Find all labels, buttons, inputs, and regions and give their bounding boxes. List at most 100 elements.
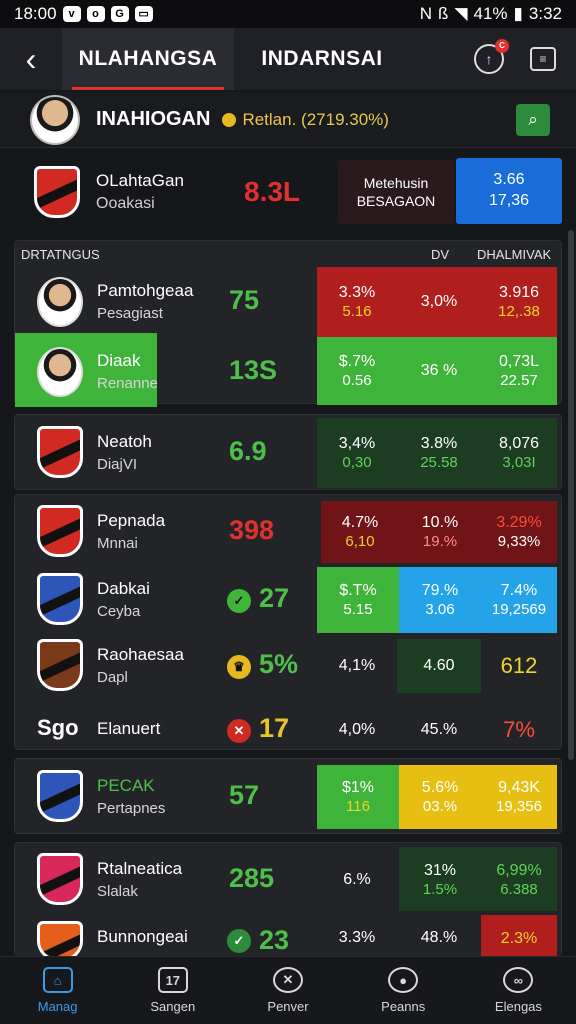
cell-value: 3,0% [420, 293, 458, 310]
cell-value: 7.4% [500, 581, 538, 599]
cell-value: 45.% [420, 721, 458, 738]
nav-compass[interactable]: ✕ Penver [230, 957, 345, 1024]
cell-value: 3,4% [338, 434, 376, 452]
notifications-button[interactable]: ↑ C [474, 39, 509, 74]
odds-cell[interactable]: 2.3% [481, 915, 557, 957]
featured-info-box[interactable]: Metehusin BESAGAON [338, 160, 454, 224]
table-row[interactable]: Bunnongeai ✓ 23 3.3% 48.% 2.3% [15, 913, 561, 961]
cell-value: 8,076 [498, 434, 540, 452]
row-name: Pamtohgeaa [97, 281, 194, 300]
nav-profile[interactable]: ● Peanns [346, 957, 461, 1024]
battery-icon: ▮ [513, 4, 523, 23]
odds-cell[interactable]: 6.% [317, 845, 397, 915]
cell-value: 5.15 [343, 600, 373, 618]
list-icon: ≡ [539, 52, 547, 66]
table-row[interactable]: Rtalneatica Slalak 285 6.% 31% 1.5% 6,99%… [15, 845, 561, 915]
nav-label: Elengas [494, 999, 542, 1014]
odds-cell[interactable]: 4.60 [397, 639, 481, 693]
home-icon: ⌂ [42, 967, 73, 993]
timer-icon: ↑ [485, 51, 493, 67]
cell-value: 5.6% [421, 778, 459, 796]
table-row[interactable]: Diaak Renanne 13S $.7% 0.56 36 % 0,73L 22.… [15, 333, 561, 407]
cell-value: 48.% [420, 929, 458, 946]
featured-value: 8.3L [244, 176, 301, 207]
column-header: DV [431, 246, 450, 262]
cell-value: 03.% [422, 797, 458, 815]
tab-secondary[interactable]: INDARNSAI [238, 28, 406, 90]
row-name: Diaak [97, 351, 141, 370]
cell-value: 3.06 [425, 600, 455, 618]
table-row[interactable]: PECAK Pertapnes 57 $1% 116 5.6% 03.% 9,43K… [15, 762, 561, 832]
search-icon: ⌕ [528, 110, 538, 129]
verified-icon [222, 112, 237, 127]
app-notification-icon: G [110, 6, 129, 22]
cell-value: 6,10 [345, 532, 375, 550]
cell-value: 612 [500, 653, 538, 679]
table-row[interactable]: Dabkai Ceyba ✓ 27 $.T% 5.15 79.% 3.06 7.4%… [15, 565, 561, 635]
user-row: INAHIOGAN Retlan. (2719.30%) ⌕ [0, 92, 576, 148]
cell-value: 4.60 [423, 657, 455, 674]
row-subtitle: Pertapnes [97, 800, 166, 817]
row-score: 27 [259, 583, 290, 613]
row-subtitle: Slalak [97, 883, 138, 900]
table-row[interactable]: Pepnada Mnnai 398 4.7% 6,10 10.% 19.% 3.29… [15, 497, 561, 567]
featured-odds-box[interactable]: 3.66 17,36 [456, 158, 562, 224]
row-name: Neatoh [97, 432, 152, 451]
odds-cell[interactable]: 612 [481, 631, 557, 701]
featured-row[interactable]: OLahtaGan Ooakasi 8.3L Metehusin BESAGAO… [0, 156, 576, 228]
odds-cell[interactable]: 4,1% [317, 631, 397, 701]
bottom-nav: ⌂ Manag 17 Sangen ✕ Penver ● Peanns ∞ El… [0, 956, 576, 1024]
cell-value: 22.57 [500, 371, 538, 389]
cell-value: 5.16 [342, 302, 372, 320]
scrollbar[interactable] [568, 230, 574, 760]
cell-value: $1% [341, 778, 375, 796]
cell-value: 19,2569 [491, 600, 547, 618]
back-button[interactable]: ‹ [0, 28, 62, 90]
odds-cell: 3,0% [397, 267, 481, 337]
odds-cell[interactable]: 48.% [397, 913, 481, 957]
odds-cell: 10.% 19.% [399, 497, 481, 567]
cell-value: 3,03I [502, 453, 536, 471]
app-notification-icon: o [86, 6, 105, 22]
cell-value: 116 [346, 797, 370, 815]
row-score: 5% [259, 649, 299, 679]
tab-primary[interactable]: NLAHANGSA [62, 28, 234, 90]
odds-cell[interactable]: 3.3% [317, 913, 397, 957]
avatar[interactable] [30, 94, 80, 145]
nav-calendar[interactable]: 17 Sangen [115, 957, 230, 1024]
odds-cell[interactable]: $.T% 5.15 [317, 567, 399, 633]
odds-cell[interactable]: $1% 116 [317, 765, 399, 829]
table-row[interactable]: Sgo Elanuert ✕ 17 4,0% 45.% 7% [15, 695, 561, 765]
back-icon: ‹ [25, 40, 37, 77]
player-avatar [37, 277, 83, 327]
nav-home[interactable]: ⌂ Manag [0, 957, 115, 1024]
odds-cell: 31% 1.5% [399, 845, 481, 915]
table-row[interactable]: Neatoh DiajVI 6.9 3,4% 0,30 3.8% 25.58 8,0… [15, 418, 561, 488]
battery-percent: 41% [473, 4, 508, 23]
cell-value: 7% [503, 717, 535, 743]
table-row[interactable]: Pamtohgeaa Pesagiast 75 3.3% 5.16 3,0% 3.… [15, 267, 561, 337]
cell-value: 19,356 [496, 797, 542, 815]
row-score: 57 [229, 780, 260, 810]
odds-cell[interactable]: 7% [481, 695, 557, 765]
menu-button[interactable]: ≡ [530, 47, 556, 71]
row-name: Pepnada [97, 511, 166, 530]
row-score: 23 [259, 925, 290, 955]
odds-cell: 3,4% 0,30 [317, 418, 397, 488]
status-bar: 18:00 v o G ▭ N ß ◥ 41% ▮ 3:32 [0, 0, 576, 28]
odds-cell: 3.8% 25.58 [397, 418, 481, 488]
row-score: 6.9 [229, 436, 267, 466]
odds-cell: 5.6% 03.% [399, 762, 481, 832]
team-logo [34, 166, 80, 218]
search-button[interactable]: ⌕ [516, 104, 550, 136]
nav-settings[interactable]: ∞ Elengas [461, 957, 576, 1024]
odds-cell[interactable]: 45.% [397, 695, 481, 765]
cell-value: $.7% [338, 352, 376, 370]
cell-value: 4,0% [338, 721, 376, 738]
row-subtitle: Mnnai [97, 535, 138, 552]
odds-cell[interactable]: 4,0% [317, 695, 397, 765]
row-subtitle: Pesagiast [97, 305, 163, 322]
row-name: Raohaesaa [97, 645, 184, 664]
stats-card: Neatoh DiajVI 6.9 3,4% 0,30 3.8% 25.58 8,0… [14, 414, 562, 490]
table-row[interactable]: Raohaesaa Dapl ♛ 5% 4,1% 4.60 612 [15, 631, 561, 701]
